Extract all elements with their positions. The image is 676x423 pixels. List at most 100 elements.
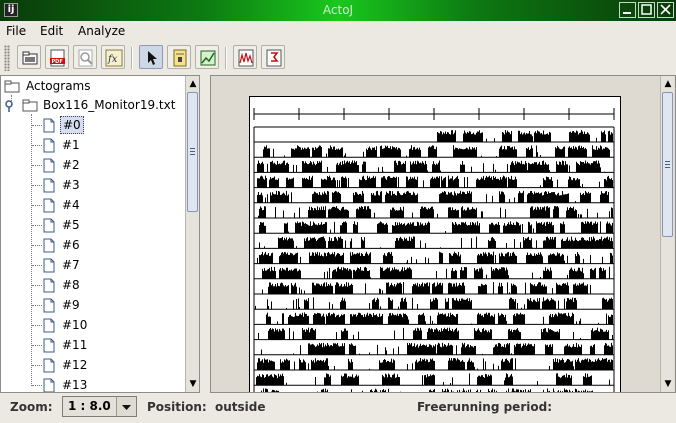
activity-bar <box>504 134 505 142</box>
activity-bar <box>611 237 612 249</box>
expand-key-icon[interactable] <box>5 100 19 112</box>
chevron-down-icon[interactable] <box>116 397 136 416</box>
activity-bar <box>530 344 531 355</box>
minimize-icon[interactable] <box>619 2 636 18</box>
activity-bar <box>297 271 298 279</box>
activity-bar <box>417 160 418 173</box>
notes-button[interactable] <box>167 45 191 69</box>
tree-root[interactable]: Actograms <box>4 77 184 97</box>
tree-item[interactable]: #0 <box>43 116 183 136</box>
activity-bar <box>417 327 418 340</box>
activity-bar <box>407 342 408 355</box>
activity-bar <box>455 130 456 142</box>
actogram-tree[interactable]: Actograms Box116_Monitor19.txt #0 #1 #2 #3 #… <box>0 75 200 393</box>
activity-bar <box>515 316 516 325</box>
tree-scrollbar-thumb[interactable] <box>187 92 198 212</box>
tree-item[interactable]: #7 <box>43 256 183 276</box>
tree-item[interactable]: #9 <box>43 296 183 316</box>
chart-button[interactable] <box>195 45 219 69</box>
tree-item[interactable]: #13 <box>43 376 183 392</box>
activity-bar <box>284 286 285 294</box>
activity-bar <box>515 346 516 355</box>
activity-bar <box>280 359 281 370</box>
activity-bar <box>611 132 612 142</box>
title-bar[interactable]: ij ActoJ <box>0 0 676 21</box>
activity-bar <box>493 176 494 188</box>
scroll-down-arrow-icon[interactable]: ▼ <box>187 378 199 390</box>
tree-scrollbar[interactable]: ▲ ▼ <box>185 76 199 392</box>
activity-bar <box>451 283 452 294</box>
tree-item[interactable]: #12 <box>43 356 183 376</box>
activity-bar <box>556 161 557 173</box>
menu-analyze[interactable]: Analyze <box>78 24 125 38</box>
scroll-up-arrow-icon[interactable]: ▲ <box>187 78 199 90</box>
zoom-button[interactable] <box>73 45 97 69</box>
periodogram-button[interactable] <box>233 45 257 69</box>
function-button[interactable]: fx <box>101 45 125 69</box>
marker-button[interactable] <box>261 45 285 69</box>
activity-bar <box>314 345 315 355</box>
scroll-up-arrow-icon[interactable]: ▲ <box>662 78 674 90</box>
tree-item[interactable]: #8 <box>43 276 183 296</box>
toolbar-grip[interactable] <box>4 45 10 71</box>
split-pane-divider[interactable] <box>200 75 210 393</box>
tree-item[interactable]: #3 <box>43 176 183 196</box>
activity-bar <box>390 177 391 188</box>
activity-bar <box>592 361 593 370</box>
activity-bar <box>368 270 369 279</box>
open-button[interactable] <box>17 45 41 69</box>
activity-bar <box>315 165 316 173</box>
tree-connector <box>32 305 42 306</box>
activity-bar <box>422 359 423 370</box>
close-icon[interactable] <box>657 2 674 18</box>
activity-bar <box>296 315 297 325</box>
tree-item[interactable]: #4 <box>43 196 183 216</box>
activity-bar <box>576 361 577 370</box>
activity-bar <box>377 190 378 203</box>
activity-bar <box>325 253 326 264</box>
activity-bar <box>440 131 441 142</box>
scroll-down-arrow-icon[interactable]: ▼ <box>662 378 674 390</box>
activity-bar <box>320 359 321 370</box>
activity-bar <box>608 315 609 325</box>
activity-bar <box>397 210 398 218</box>
activity-bar <box>554 315 555 325</box>
maximize-icon[interactable] <box>638 2 655 18</box>
activity-bar <box>363 175 364 188</box>
pointer-button[interactable] <box>139 45 163 69</box>
activity-bar <box>549 301 550 310</box>
tree-item[interactable]: #6 <box>43 236 183 256</box>
activity-bar <box>337 149 338 158</box>
view-scrollbar[interactable]: ▲ ▼ <box>660 76 674 392</box>
export-pdf-button[interactable]: PDF <box>45 45 69 69</box>
activity-bar <box>326 346 327 355</box>
activity-bar <box>531 164 532 173</box>
activity-bar <box>535 286 536 294</box>
menu-edit[interactable]: Edit <box>40 24 63 38</box>
activity-bar <box>328 209 329 218</box>
menu-file[interactable]: File <box>6 24 26 38</box>
activity-bar <box>308 327 309 340</box>
tree-item[interactable]: #2 <box>43 156 183 176</box>
activity-bar <box>383 171 384 173</box>
view-scrollbar-thumb[interactable] <box>662 92 673 237</box>
activity-bar <box>552 192 553 203</box>
tree-item[interactable]: #1 <box>43 136 183 156</box>
activity-bar <box>491 222 492 234</box>
activity-bar <box>350 269 351 279</box>
actogram-view[interactable]: ▲ ▼ <box>210 75 676 393</box>
activity-bar <box>329 285 330 294</box>
activity-bar <box>461 361 462 370</box>
activity-bar <box>582 147 583 158</box>
zoom-select[interactable]: 1 : 8.0 <box>62 396 137 417</box>
activity-bar <box>494 270 495 279</box>
tree-file-node[interactable]: Box116_Monitor19.txt <box>4 96 184 116</box>
activity-bar <box>342 254 343 264</box>
tree-item[interactable]: #5 <box>43 216 183 236</box>
tree-item[interactable]: #11 <box>43 336 183 356</box>
activity-bar <box>412 297 413 310</box>
tree-item[interactable]: #10 <box>43 316 183 336</box>
activity-bar <box>583 193 584 203</box>
activity-bar <box>452 313 453 325</box>
activity-bar <box>484 313 485 325</box>
